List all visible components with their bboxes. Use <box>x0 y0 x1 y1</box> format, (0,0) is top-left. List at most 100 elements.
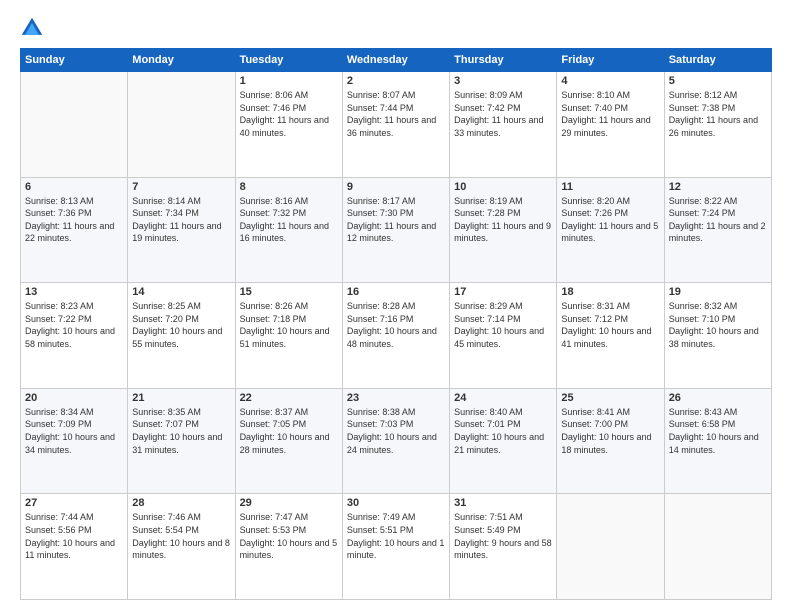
day-info: Sunrise: 8:35 AM Sunset: 7:07 PM Dayligh… <box>132 406 230 456</box>
calendar-week-row: 1 Sunrise: 8:06 AM Sunset: 7:46 PM Daylig… <box>21 72 772 178</box>
calendar-cell: 4Sunrise: 8:10 AM Sunset: 7:40 PM Daylig… <box>557 72 664 178</box>
day-number: 26 <box>669 392 767 404</box>
calendar-week-row: 20Sunrise: 8:34 AM Sunset: 7:09 PM Dayli… <box>21 388 772 494</box>
calendar-cell: 25 Sunrise: 8:41 AM Sunset: 7:00 PM Dayli… <box>557 388 664 494</box>
calendar-cell: 5 Sunrise: 8:12 AM Sunset: 7:38 PM Daylig… <box>664 72 771 178</box>
calendar-cell: 21 Sunrise: 8:35 AM Sunset: 7:07 PM Dayli… <box>128 388 235 494</box>
calendar-cell: 1 Sunrise: 8:06 AM Sunset: 7:46 PM Daylig… <box>235 72 342 178</box>
weekday-header: Wednesday <box>342 49 449 72</box>
weekday-header: Thursday <box>450 49 557 72</box>
day-number: 29 <box>240 497 338 509</box>
calendar-cell: 10 Sunrise: 8:19 AM Sunset: 7:28 PM Dayli… <box>450 177 557 283</box>
calendar-week-row: 6 Sunrise: 8:13 AM Sunset: 7:36 PM Daylig… <box>21 177 772 283</box>
weekday-header: Monday <box>128 49 235 72</box>
day-info: Sunrise: 8:14 AM Sunset: 7:34 PM Dayligh… <box>132 195 230 245</box>
day-number: 2 <box>347 75 445 87</box>
calendar-cell: 14 Sunrise: 8:25 AM Sunset: 7:20 PM Dayli… <box>128 283 235 389</box>
day-number: 12 <box>669 181 767 193</box>
day-number: 30 <box>347 497 445 509</box>
calendar-cell: 7 Sunrise: 8:14 AM Sunset: 7:34 PM Daylig… <box>128 177 235 283</box>
day-info: Sunrise: 7:51 AM Sunset: 5:49 PM Dayligh… <box>454 511 552 561</box>
weekday-header: Saturday <box>664 49 771 72</box>
day-number: 7 <box>132 181 230 193</box>
day-info: Sunrise: 8:09 AM Sunset: 7:42 PM Dayligh… <box>454 89 552 139</box>
day-number: 13 <box>25 286 123 298</box>
weekday-header: Tuesday <box>235 49 342 72</box>
calendar-cell: 19Sunrise: 8:32 AM Sunset: 7:10 PM Dayli… <box>664 283 771 389</box>
day-number: 19 <box>669 286 767 298</box>
calendar-cell: 22 Sunrise: 8:37 AM Sunset: 7:05 PM Dayli… <box>235 388 342 494</box>
logo-icon <box>20 16 44 40</box>
day-number: 27 <box>25 497 123 509</box>
day-number: 16 <box>347 286 445 298</box>
calendar-cell: 9 Sunrise: 8:17 AM Sunset: 7:30 PM Daylig… <box>342 177 449 283</box>
day-info: Sunrise: 8:41 AM Sunset: 7:00 PM Dayligh… <box>561 406 659 456</box>
day-info: Sunrise: 8:28 AM Sunset: 7:16 PM Dayligh… <box>347 300 445 350</box>
calendar-cell: 27Sunrise: 7:44 AM Sunset: 5:56 PM Dayli… <box>21 494 128 600</box>
day-number: 24 <box>454 392 552 404</box>
day-info: Sunrise: 8:20 AM Sunset: 7:26 PM Dayligh… <box>561 195 659 245</box>
day-number: 22 <box>240 392 338 404</box>
weekday-header-row: SundayMondayTuesdayWednesdayThursdayFrid… <box>21 49 772 72</box>
day-number: 3 <box>454 75 552 87</box>
day-number: 31 <box>454 497 552 509</box>
calendar-cell: 30Sunrise: 7:49 AM Sunset: 5:51 PM Dayli… <box>342 494 449 600</box>
day-number: 15 <box>240 286 338 298</box>
day-number: 6 <box>25 181 123 193</box>
day-number: 1 <box>240 75 338 87</box>
calendar-cell: 18Sunrise: 8:31 AM Sunset: 7:12 PM Dayli… <box>557 283 664 389</box>
day-info: Sunrise: 8:25 AM Sunset: 7:20 PM Dayligh… <box>132 300 230 350</box>
calendar-cell: 3 Sunrise: 8:09 AM Sunset: 7:42 PM Daylig… <box>450 72 557 178</box>
calendar-week-row: 13Sunrise: 8:23 AM Sunset: 7:22 PM Dayli… <box>21 283 772 389</box>
calendar-cell: 26 Sunrise: 8:43 AM Sunset: 6:58 PM Dayli… <box>664 388 771 494</box>
calendar-cell: 2 Sunrise: 8:07 AM Sunset: 7:44 PM Daylig… <box>342 72 449 178</box>
calendar-cell <box>664 494 771 600</box>
day-info: Sunrise: 7:47 AM Sunset: 5:53 PM Dayligh… <box>240 511 338 561</box>
day-info: Sunrise: 8:13 AM Sunset: 7:36 PM Dayligh… <box>25 195 123 245</box>
day-number: 28 <box>132 497 230 509</box>
day-number: 8 <box>240 181 338 193</box>
calendar-cell: 29 Sunrise: 7:47 AM Sunset: 5:53 PM Dayli… <box>235 494 342 600</box>
calendar-cell <box>557 494 664 600</box>
day-info: Sunrise: 8:37 AM Sunset: 7:05 PM Dayligh… <box>240 406 338 456</box>
day-info: Sunrise: 8:22 AM Sunset: 7:24 PM Dayligh… <box>669 195 767 245</box>
calendar-cell: 24 Sunrise: 8:40 AM Sunset: 7:01 PM Dayli… <box>450 388 557 494</box>
day-info: Sunrise: 8:12 AM Sunset: 7:38 PM Dayligh… <box>669 89 767 139</box>
day-info: Sunrise: 8:43 AM Sunset: 6:58 PM Dayligh… <box>669 406 767 456</box>
calendar-cell: 28Sunrise: 7:46 AM Sunset: 5:54 PM Dayli… <box>128 494 235 600</box>
page: SundayMondayTuesdayWednesdayThursdayFrid… <box>0 0 792 612</box>
calendar-cell: 31 Sunrise: 7:51 AM Sunset: 5:49 PM Dayli… <box>450 494 557 600</box>
day-info: Sunrise: 8:17 AM Sunset: 7:30 PM Dayligh… <box>347 195 445 245</box>
day-info: Sunrise: 8:29 AM Sunset: 7:14 PM Dayligh… <box>454 300 552 350</box>
day-number: 10 <box>454 181 552 193</box>
calendar-cell <box>128 72 235 178</box>
day-info: Sunrise: 8:38 AM Sunset: 7:03 PM Dayligh… <box>347 406 445 456</box>
day-info: Sunrise: 8:07 AM Sunset: 7:44 PM Dayligh… <box>347 89 445 139</box>
weekday-header: Sunday <box>21 49 128 72</box>
calendar-cell: 17 Sunrise: 8:29 AM Sunset: 7:14 PM Dayli… <box>450 283 557 389</box>
day-info: Sunrise: 8:06 AM Sunset: 7:46 PM Dayligh… <box>240 89 338 139</box>
day-number: 14 <box>132 286 230 298</box>
day-number: 20 <box>25 392 123 404</box>
weekday-header: Friday <box>557 49 664 72</box>
day-number: 9 <box>347 181 445 193</box>
day-number: 23 <box>347 392 445 404</box>
day-number: 21 <box>132 392 230 404</box>
day-number: 5 <box>669 75 767 87</box>
calendar-cell: 12 Sunrise: 8:22 AM Sunset: 7:24 PM Dayli… <box>664 177 771 283</box>
day-info: Sunrise: 8:16 AM Sunset: 7:32 PM Dayligh… <box>240 195 338 245</box>
day-number: 17 <box>454 286 552 298</box>
day-info: Sunrise: 8:26 AM Sunset: 7:18 PM Dayligh… <box>240 300 338 350</box>
calendar-week-row: 27Sunrise: 7:44 AM Sunset: 5:56 PM Dayli… <box>21 494 772 600</box>
day-number: 25 <box>561 392 659 404</box>
calendar-cell: 6 Sunrise: 8:13 AM Sunset: 7:36 PM Daylig… <box>21 177 128 283</box>
day-info: Sunrise: 8:31 AM Sunset: 7:12 PM Dayligh… <box>561 300 659 350</box>
day-info: Sunrise: 8:10 AM Sunset: 7:40 PM Dayligh… <box>561 89 659 139</box>
day-info: Sunrise: 8:19 AM Sunset: 7:28 PM Dayligh… <box>454 195 552 245</box>
calendar-cell <box>21 72 128 178</box>
calendar-cell: 16 Sunrise: 8:28 AM Sunset: 7:16 PM Dayli… <box>342 283 449 389</box>
calendar-cell: 15 Sunrise: 8:26 AM Sunset: 7:18 PM Dayli… <box>235 283 342 389</box>
day-info: Sunrise: 8:40 AM Sunset: 7:01 PM Dayligh… <box>454 406 552 456</box>
header <box>20 16 772 40</box>
calendar-cell: 23 Sunrise: 8:38 AM Sunset: 7:03 PM Dayli… <box>342 388 449 494</box>
